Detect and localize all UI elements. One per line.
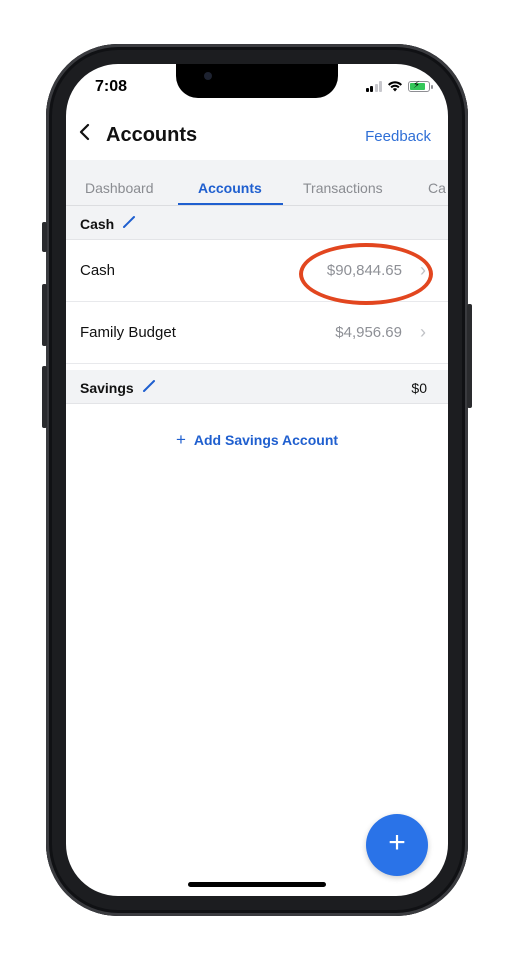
account-balance: $4,956.69: [335, 324, 402, 341]
page-title: Accounts: [106, 124, 198, 146]
add-savings-label: Add Savings Account: [193, 432, 339, 448]
mute-switch: [42, 222, 47, 252]
pencil-icon[interactable]: [122, 215, 136, 229]
section-title-savings: Savings: [80, 380, 134, 396]
wifi-icon: [388, 81, 402, 92]
status-time: 7:08: [95, 78, 128, 95]
volume-up-button: [42, 284, 47, 346]
account-balance: $90,844.65: [326, 262, 402, 279]
add-fab-button[interactable]: +: [366, 814, 428, 876]
plus-icon: +: [388, 826, 406, 859]
account-row-family-budget[interactable]: Family Budget $4,956.69 ›: [66, 302, 448, 364]
section-header-cash: Cash: [66, 206, 448, 240]
account-row-cash[interactable]: Cash $90,844.65 ›: [66, 240, 448, 302]
notch: [176, 64, 338, 98]
add-savings-account-button[interactable]: + Add Savings Account: [66, 430, 448, 450]
section-header-savings: Savings $0: [66, 370, 448, 404]
tab-categories[interactable]: Ca: [428, 180, 446, 196]
tab-bar: Dashboard Accounts Transactions Ca: [66, 160, 448, 206]
tab-accounts[interactable]: Accounts: [198, 180, 262, 196]
power-button: [467, 304, 472, 408]
volume-down-button: [42, 366, 47, 428]
account-name: Cash: [80, 262, 116, 279]
feedback-button[interactable]: Feedback: [365, 128, 431, 145]
plus-icon: +: [175, 430, 186, 449]
chevron-right-icon: ›: [420, 322, 426, 342]
chevron-right-icon: ›: [420, 260, 426, 280]
tab-transactions[interactable]: Transactions: [303, 180, 383, 196]
screen: 7:08 ⚡ Accounts Feedback Dashboard Accou…: [66, 64, 448, 896]
back-chevron-icon[interactable]: [78, 122, 92, 148]
tab-dashboard[interactable]: Dashboard: [85, 180, 154, 196]
navigation-bar: Accounts Feedback: [66, 114, 448, 160]
active-tab-indicator: [178, 203, 283, 205]
section-title-cash: Cash: [80, 216, 115, 232]
section-total-savings: $0: [411, 380, 427, 396]
camera-icon: [204, 72, 212, 80]
account-name: Family Budget: [80, 324, 176, 341]
pencil-icon[interactable]: [142, 379, 156, 393]
battery-charging-icon: ⚡: [408, 80, 433, 92]
home-indicator: [188, 882, 326, 887]
cellular-signal-icon: [365, 80, 382, 92]
status-icons: ⚡: [365, 80, 433, 92]
